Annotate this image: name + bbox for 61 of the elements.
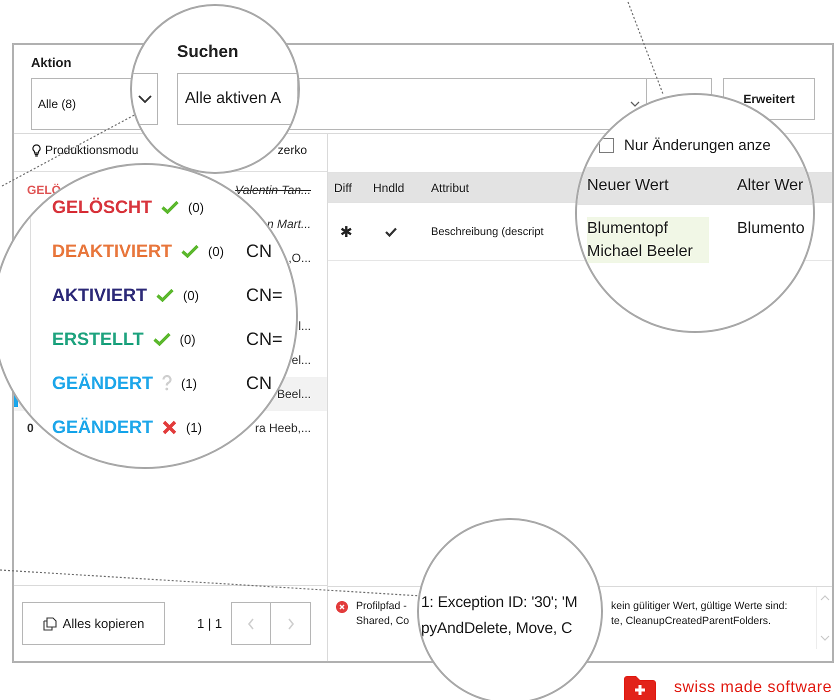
- page-indicator: 1 | 1: [197, 616, 222, 631]
- table-cell: Beschreibung (descript: [431, 226, 544, 238]
- search-field[interactable]: Alle aktiven A: [177, 73, 298, 125]
- checkbox[interactable]: [599, 138, 614, 153]
- folder-plus-icon: [622, 675, 658, 700]
- chevron-up-icon: [820, 595, 830, 601]
- subject-text: CN=: [246, 328, 284, 350]
- message-text: te, CleanupCreatedParentFolders.: [611, 614, 772, 629]
- chevron-down-icon: [820, 635, 830, 641]
- count-text: (1): [186, 420, 202, 434]
- dropdown-button[interactable]: [132, 73, 158, 125]
- message-text: Shared, Co: [356, 614, 410, 629]
- lightbulb-icon: [32, 144, 41, 156]
- count-text: (0): [208, 244, 224, 258]
- cross-icon: [162, 420, 178, 434]
- copy-all-button[interactable]: Alles kopieren: [22, 602, 165, 645]
- new-value-cell: Blumentopf Michael Beeler: [587, 217, 709, 263]
- message-text: pyAndDelete, Move, C: [421, 619, 574, 639]
- chevron-left-icon: [247, 618, 256, 630]
- count-text: (0): [180, 332, 196, 346]
- column-header: Hndld: [373, 180, 404, 194]
- action-status-label: GEÄNDERT: [52, 416, 154, 438]
- message-text: kein gülitiger Wert, gültige Werte sind:: [611, 599, 788, 614]
- check-icon: [161, 200, 180, 214]
- module-name: Produktionsmodu: [45, 143, 138, 157]
- subject-text: CN=: [246, 284, 284, 306]
- action-status-label: ERSTELLT: [52, 328, 144, 350]
- message-text: Profilpfad -: [356, 599, 407, 614]
- subject-text: Valentin Tan...: [235, 183, 311, 197]
- logo-text: swiss made software: [674, 678, 832, 696]
- check-icon: [156, 288, 174, 302]
- count-text: (1): [181, 376, 197, 390]
- action-label: Aktion: [31, 55, 72, 70]
- column-header: Alter Wer: [737, 177, 804, 195]
- copy-icon: [42, 616, 57, 630]
- chevron-down-icon: [630, 101, 640, 107]
- message-text: 1: Exception ID: '30'; 'M: [421, 593, 578, 613]
- column-header: Attribut: [431, 180, 470, 194]
- search-label: Suchen: [177, 42, 240, 62]
- action-status-label: AKTIVIERT: [52, 284, 148, 306]
- column-header: Neuer Wert: [587, 177, 670, 195]
- check-icon: [152, 332, 171, 346]
- check-icon: [181, 244, 200, 258]
- user-name: zerko: [278, 143, 307, 157]
- subject-text: el...: [292, 353, 311, 367]
- subject-text: Beel...: [276, 387, 311, 401]
- checkbox-label: Nur Änderungen anze: [624, 137, 771, 154]
- count-text: (0): [183, 288, 199, 302]
- action-status-label: GELÖSCHT: [52, 196, 152, 218]
- chevron-down-icon: [138, 95, 152, 103]
- chevron-right-icon: [286, 618, 295, 630]
- count-text: (0): [188, 200, 204, 214]
- old-value-cell-text: Blumento: [737, 219, 806, 239]
- action-status-label: DEAKTIVIERT: [52, 240, 172, 262]
- action-status-label: GEÄNDERT: [52, 372, 154, 394]
- question-icon: [162, 375, 172, 391]
- error-icon: [336, 601, 348, 613]
- diff-marker: ✱: [339, 222, 354, 240]
- subject-text: CN: [246, 372, 273, 394]
- scrollbar[interactable]: [816, 587, 832, 649]
- column-header: Diff: [334, 180, 352, 194]
